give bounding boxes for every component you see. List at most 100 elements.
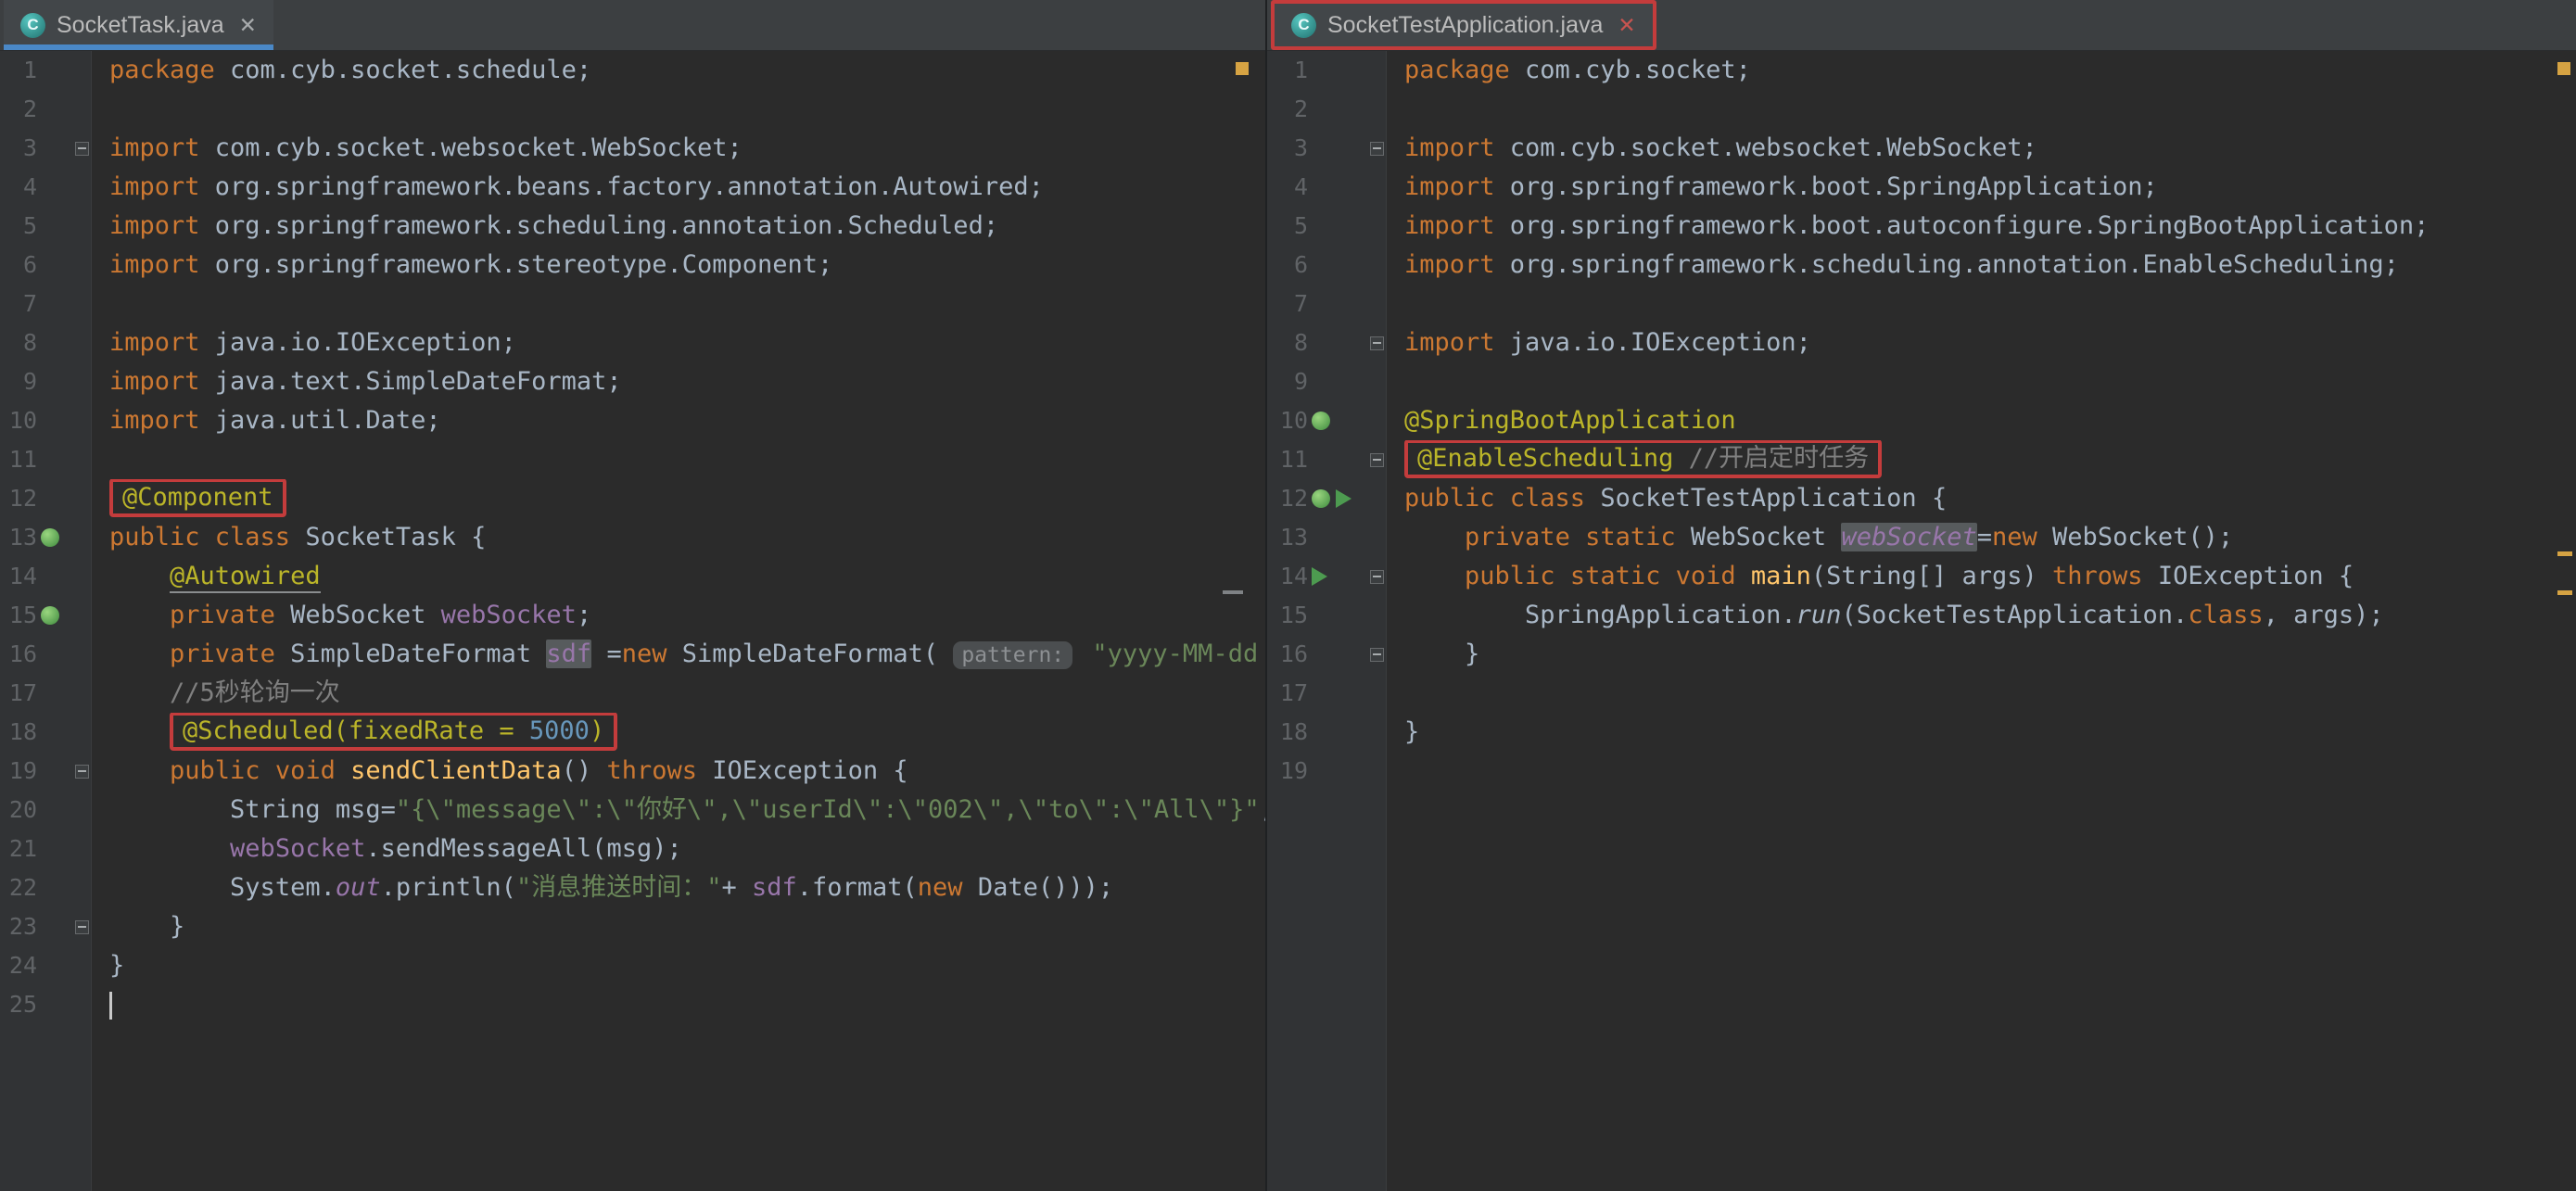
code-text[interactable] — [95, 90, 1265, 129]
line-number[interactable]: 21 — [0, 830, 37, 868]
line-number[interactable]: 7 — [0, 285, 37, 323]
code-text[interactable] — [1390, 362, 2576, 401]
line-number[interactable]: 14 — [1267, 557, 1308, 596]
code-line[interactable]: 8 import java.io.IOException; — [0, 323, 1265, 362]
line-number[interactable]: 13 — [1267, 518, 1308, 557]
code-line[interactable]: 4 import org.springframework.beans.factor… — [0, 168, 1265, 207]
code-line[interactable]: 11 — [0, 440, 1265, 479]
code-text[interactable]: import org.springframework.scheduling.an… — [1390, 246, 2576, 285]
code-text[interactable]: import java.io.IOException; — [95, 323, 1265, 362]
code-line[interactable]: 12@Component — [0, 479, 1265, 518]
code-text[interactable] — [1390, 674, 2576, 713]
code-line[interactable]: 2 — [0, 90, 1265, 129]
code-line[interactable]: 3 import com.cyb.socket.websocket.WebSock… — [0, 129, 1265, 168]
code-line[interactable]: 18} — [1267, 713, 2576, 752]
editor-left[interactable]: 1package com.cyb.socket.schedule;23impor… — [0, 51, 1265, 1191]
code-text[interactable]: } — [1390, 635, 2576, 674]
close-icon[interactable]: ✕ — [239, 13, 257, 38]
code-line[interactable]: 12 public class SocketTestApplication { — [1267, 479, 2576, 518]
line-number[interactable]: 13 — [0, 518, 37, 557]
code-text[interactable]: package com.cyb.socket.schedule; — [95, 51, 1265, 90]
close-icon[interactable]: ✕ — [1618, 13, 1635, 38]
scroll-stripe-dash[interactable] — [2557, 551, 2572, 556]
code-text[interactable]: import java.text.SimpleDateFormat; — [95, 362, 1265, 401]
code-text[interactable]: } — [95, 946, 1265, 985]
code-line[interactable]: 19 — [1267, 752, 2576, 791]
code-text[interactable]: @SpringBootApplication — [1390, 401, 2576, 440]
code-text[interactable]: public void sendClientData() throws IOEx… — [95, 752, 1265, 791]
code-text[interactable]: import org.springframework.boot.SpringAp… — [1390, 168, 2576, 207]
fold-icon[interactable] — [1370, 648, 1384, 662]
code-line[interactable]: 15 SpringApplication.run(SocketTestAppli… — [1267, 596, 2576, 635]
scroll-stripe-dash[interactable] — [2557, 590, 2572, 595]
code-line[interactable]: 14 @Autowired — [0, 557, 1265, 596]
code-line[interactable]: 7 — [0, 285, 1265, 323]
code-line[interactable]: 1package com.cyb.socket; — [1267, 51, 2576, 90]
spring-bean-icon[interactable] — [41, 606, 59, 625]
line-number[interactable]: 6 — [1267, 246, 1308, 285]
fold-icon[interactable] — [75, 142, 89, 156]
code-text[interactable]: @EnableScheduling //开启定时任务 — [1390, 440, 2576, 479]
fold-icon[interactable] — [1370, 453, 1384, 467]
scroll-stripe-dash[interactable] — [1223, 590, 1243, 594]
line-number[interactable]: 17 — [0, 674, 37, 713]
code-line[interactable]: 25 — [0, 985, 1265, 1024]
scroll-stripe-marker[interactable] — [1236, 62, 1249, 75]
code-text[interactable]: import org.springframework.boot.autoconf… — [1390, 207, 2576, 246]
line-number[interactable]: 19 — [1267, 752, 1308, 791]
code-text[interactable]: } — [95, 907, 1265, 946]
line-number[interactable]: 15 — [1267, 596, 1308, 635]
fold-icon[interactable] — [1370, 336, 1384, 350]
line-number[interactable]: 8 — [0, 323, 37, 362]
code-line[interactable]: 18 @Scheduled(fixedRate = 5000) — [0, 713, 1265, 752]
line-number[interactable]: 4 — [0, 168, 37, 207]
line-number[interactable]: 17 — [1267, 674, 1308, 713]
code-text[interactable]: public static void main(String[] args) t… — [1390, 557, 2576, 596]
code-text[interactable]: @Scheduled(fixedRate = 5000) — [95, 713, 1265, 752]
code-line[interactable]: 6 import org.springframework.scheduling.a… — [1267, 246, 2576, 285]
code-text[interactable]: private static WebSocket webSocket=new W… — [1390, 518, 2576, 557]
line-number[interactable]: 2 — [0, 90, 37, 129]
code-line[interactable]: 14 public static void main(String[] args… — [1267, 557, 2576, 596]
code-text[interactable]: import com.cyb.socket.websocket.WebSocke… — [95, 129, 1265, 168]
code-line[interactable]: 2 — [1267, 90, 2576, 129]
line-number[interactable]: 10 — [1267, 401, 1308, 440]
line-number[interactable]: 11 — [0, 440, 37, 479]
code-text[interactable] — [95, 985, 1265, 1024]
line-number[interactable]: 3 — [0, 129, 37, 168]
spring-bean-icon[interactable] — [41, 528, 59, 547]
code-text[interactable] — [95, 440, 1265, 479]
code-text[interactable]: public class SocketTestApplication { — [1390, 479, 2576, 518]
line-number[interactable]: 18 — [1267, 713, 1308, 752]
code-text[interactable]: import org.springframework.stereotype.Co… — [95, 246, 1265, 285]
code-line[interactable]: 17 //5秒轮询一次 — [0, 674, 1265, 713]
code-text[interactable]: import org.springframework.beans.factory… — [95, 168, 1265, 207]
line-number[interactable]: 16 — [0, 635, 37, 674]
code-text[interactable] — [95, 285, 1265, 323]
line-number[interactable]: 11 — [1267, 440, 1308, 479]
code-line[interactable]: 13 private static WebSocket webSocket=ne… — [1267, 518, 2576, 557]
spring-bean-icon[interactable] — [1312, 489, 1330, 508]
code-line[interactable]: 20 String msg="{\"message\":\"你好\",\"use… — [0, 791, 1265, 830]
line-number[interactable]: 2 — [1267, 90, 1308, 129]
code-line[interactable]: 10 @SpringBootApplication — [1267, 401, 2576, 440]
code-line[interactable]: 23 } — [0, 907, 1265, 946]
line-number[interactable]: 6 — [0, 246, 37, 285]
tab-sockettestapplication[interactable]: C SocketTestApplication.java ✕ — [1271, 0, 1656, 50]
code-line[interactable]: 22 System.out.println("消息推送时间："+ sdf.for… — [0, 868, 1265, 907]
code-line[interactable]: 21 webSocket.sendMessageAll(msg); — [0, 830, 1265, 868]
run-icon[interactable] — [1336, 489, 1351, 508]
code-line[interactable]: 17 — [1267, 674, 2576, 713]
code-line[interactable]: 24} — [0, 946, 1265, 985]
code-text[interactable] — [1390, 752, 2576, 791]
line-number[interactable]: 20 — [0, 791, 37, 830]
code-line[interactable]: 4import org.springframework.boot.SpringA… — [1267, 168, 2576, 207]
code-text[interactable]: import com.cyb.socket.websocket.WebSocke… — [1390, 129, 2576, 168]
line-number[interactable]: 10 — [0, 401, 37, 440]
line-number[interactable]: 5 — [1267, 207, 1308, 246]
line-number[interactable]: 12 — [1267, 479, 1308, 518]
code-line[interactable]: 13public class SocketTask { — [0, 518, 1265, 557]
code-line[interactable]: 3import com.cyb.socket.websocket.WebSock… — [1267, 129, 2576, 168]
fold-icon[interactable] — [75, 920, 89, 934]
code-text[interactable]: @Autowired — [95, 557, 1265, 596]
